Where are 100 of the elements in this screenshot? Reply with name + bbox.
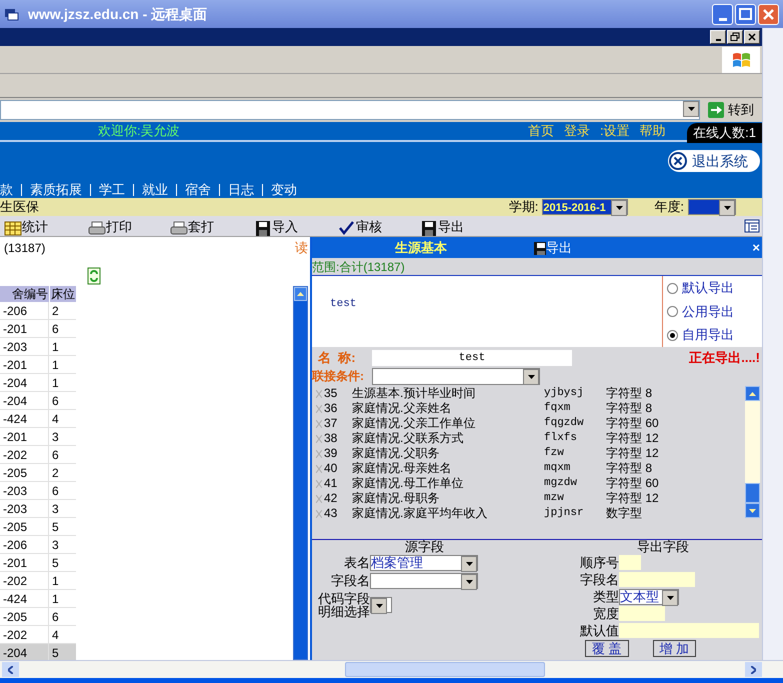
table-row[interactable]: -202 1	[0, 572, 76, 590]
scroll-thumb[interactable]	[745, 483, 760, 503]
name-field[interactable]	[619, 572, 695, 587]
scroll-left-button[interactable]	[2, 662, 19, 677]
term-select[interactable]: 2015-2016-1	[542, 199, 628, 215]
dropdown-button[interactable]	[461, 556, 477, 572]
name-field[interactable]: test	[372, 350, 572, 366]
table-row[interactable]: -205 6	[0, 608, 76, 626]
page-scrollbar[interactable]	[762, 28, 783, 660]
scroll-right-button[interactable]	[745, 662, 762, 677]
year-label: 年度:	[654, 198, 684, 216]
table-row[interactable]: -205 5	[0, 518, 76, 536]
field-row[interactable]: 35 生源基本.预计毕业时间 yjbysj 字符型 8	[312, 386, 745, 401]
table-row[interactable]: -204 6	[0, 392, 76, 410]
dropdown-button[interactable]	[371, 598, 387, 614]
table-cell-text: -203	[2, 338, 28, 356]
table-row[interactable]: -201 1	[0, 356, 76, 374]
table-row[interactable]: -206 2	[0, 302, 76, 320]
window-title: www.jzsz.edu.cn - 远程桌面	[28, 4, 208, 24]
field-row[interactable]: 36 家庭情况.父亲姓名 fqxm 字符型 8	[312, 401, 745, 416]
radio-button[interactable]	[667, 330, 678, 340]
toolbar-button[interactable]: 导入	[254, 216, 298, 236]
table-row[interactable]: -202 4	[0, 626, 76, 644]
default-field[interactable]	[619, 623, 759, 638]
table-row[interactable]: -201 3	[0, 428, 76, 446]
dropdown-button[interactable]	[683, 101, 699, 117]
header-link[interactable]: 登录	[564, 121, 590, 141]
table-row[interactable]: -205 2	[0, 464, 76, 482]
close-button[interactable]	[744, 30, 760, 44]
nav-link[interactable]: 素质拓展	[30, 180, 82, 200]
table-scrollbar[interactable]	[293, 286, 308, 660]
table-select[interactable]: 档案管理	[370, 555, 478, 571]
year-select[interactable]	[688, 199, 736, 215]
table-row[interactable]: -206 3	[0, 536, 76, 554]
table-row[interactable]: -424 4	[0, 410, 76, 428]
code-field-label: 明细选择	[318, 605, 370, 618]
toolbar-button[interactable]: 统计	[4, 216, 48, 236]
field-row[interactable]: 43 家庭情况.家庭平均年收入 jpjnsr 数字型	[312, 506, 745, 521]
export-option[interactable]: 自用导出	[667, 325, 762, 345]
toolbar-button[interactable]: 打印	[88, 216, 132, 236]
scroll-down-button[interactable]	[745, 503, 760, 518]
order-field[interactable]	[619, 555, 641, 570]
radio-button[interactable]	[667, 306, 678, 317]
join-select[interactable]	[372, 368, 540, 384]
go-button[interactable]: 转到	[704, 100, 758, 120]
dropdown-button[interactable]	[662, 590, 678, 606]
header-link[interactable]: 首页	[528, 121, 554, 141]
logout-button[interactable]: 退出系统	[668, 150, 760, 172]
toolbar-button[interactable]: 导出	[420, 216, 464, 236]
minimize-button[interactable]	[710, 30, 726, 44]
dropdown-button[interactable]	[523, 368, 539, 384]
toolbar-button[interactable]: 套打	[170, 216, 214, 236]
export-option[interactable]: 默认导出	[667, 278, 762, 298]
field-row[interactable]: 39 家庭情况.父职务 fzw 字符型 12	[312, 446, 745, 461]
field-row[interactable]: 41 家庭情况.母工作单位 mgzdw 字符型 60	[312, 476, 745, 491]
restore-button[interactable]	[727, 30, 743, 44]
table-row[interactable]: -204 1	[0, 374, 76, 392]
header-link[interactable]: 帮助	[640, 121, 666, 141]
nav-link[interactable]: 就业	[142, 180, 168, 200]
nav-link[interactable]: 日志	[228, 180, 254, 200]
form-button[interactable]: 增 加	[652, 640, 696, 657]
nav-link[interactable]: 宿舍	[185, 180, 211, 200]
dropdown-button[interactable]	[719, 200, 735, 216]
table-row[interactable]: -203 6	[0, 482, 76, 500]
scroll-thumb[interactable]	[345, 662, 545, 677]
table-row[interactable]: -201 5	[0, 554, 76, 572]
table-row[interactable]: -202 6	[0, 446, 76, 464]
list-scrollbar[interactable]	[745, 386, 760, 518]
dropdown-button[interactable]	[461, 574, 477, 590]
field-row[interactable]: 42 家庭情况.母职务 mzw 字符型 12	[312, 491, 745, 506]
nav-link[interactable]: 学工	[99, 180, 125, 200]
horizontal-scrollbar[interactable]	[0, 660, 783, 678]
nav-link[interactable]: 款	[0, 180, 13, 200]
header-link[interactable]: :设置	[600, 121, 630, 141]
export-option[interactable]: 公用导出	[667, 302, 762, 322]
export-button[interactable]: 导出	[532, 238, 572, 258]
field-select[interactable]	[370, 573, 478, 589]
table-row[interactable]: -203 1	[0, 338, 76, 356]
close-button[interactable]: ×	[752, 238, 760, 258]
field-row[interactable]: 38 家庭情况.父联系方式 flxfs 字符型 12	[312, 431, 745, 446]
form-button[interactable]: 覆 盖	[585, 640, 629, 657]
code-select[interactable]	[370, 597, 392, 613]
width-field[interactable]	[619, 606, 665, 621]
table-row[interactable]: -201 6	[0, 320, 76, 338]
table-row[interactable]: -424 1	[0, 590, 76, 608]
field-row[interactable]: 40 家庭情况.母亲姓名 mqxm 字符型 8	[312, 461, 745, 476]
address-field[interactable]	[0, 100, 700, 120]
type-select[interactable]: 文本型	[619, 588, 679, 604]
toolbar-button[interactable]: 审核	[338, 216, 382, 236]
table-row[interactable]: -203 3	[0, 500, 76, 518]
scroll-up-button[interactable]	[294, 287, 307, 301]
nav-link[interactable]: 变动	[271, 180, 297, 200]
maximize-button[interactable]	[735, 4, 756, 24]
field-name: 家庭情况.父亲姓名	[352, 401, 452, 416]
dropdown-button[interactable]	[611, 200, 628, 216]
width-label: 宽度	[592, 604, 619, 623]
caret-icon	[616, 206, 623, 210]
field-row[interactable]: 37 家庭情况.父亲工作单位 fqgzdw 字符型 60	[312, 416, 745, 431]
radio-button[interactable]	[667, 282, 678, 294]
scroll-up-button[interactable]	[745, 386, 760, 401]
